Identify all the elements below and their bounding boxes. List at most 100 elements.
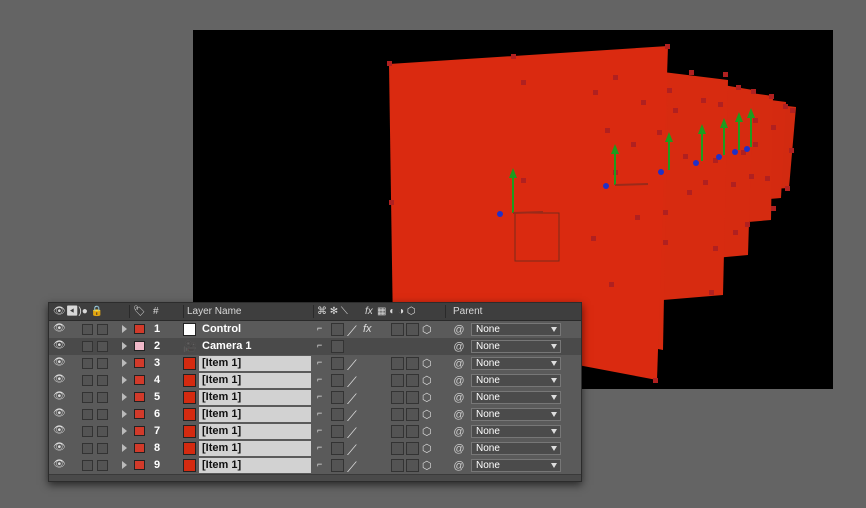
layer-row[interactable]: 👁 8 [Item 1] ⌐ ⟋ ⬡ @ None bbox=[49, 440, 581, 458]
layer-name[interactable]: Control bbox=[199, 322, 311, 337]
label-color-swatch[interactable] bbox=[134, 375, 145, 385]
visibility-eye-icon[interactable]: 👁 bbox=[53, 443, 66, 453]
expand-triangle-icon[interactable] bbox=[122, 359, 127, 367]
layer-row[interactable]: 👁 2 🎥 Camera 1 ⌐ @ None bbox=[49, 338, 581, 356]
adjustment-switch[interactable] bbox=[406, 459, 419, 472]
label-color-swatch[interactable] bbox=[134, 460, 145, 470]
label-color-swatch[interactable] bbox=[134, 443, 145, 453]
quality-switch-icon[interactable]: ⟋ bbox=[347, 408, 357, 424]
layer-name[interactable]: Camera 1 bbox=[199, 339, 311, 354]
3d-layer-cube-icon[interactable]: ⬡ bbox=[422, 442, 432, 455]
layer-name[interactable]: [Item 1] bbox=[199, 373, 311, 388]
adjustment-switch[interactable] bbox=[406, 323, 419, 336]
motion-blur-switch[interactable] bbox=[391, 425, 404, 438]
solo-toggle[interactable] bbox=[82, 460, 93, 471]
solo-toggle[interactable] bbox=[82, 375, 93, 386]
collapse-switch[interactable] bbox=[331, 357, 344, 370]
motion-blur-switch[interactable] bbox=[391, 391, 404, 404]
layer-row[interactable]: 👁 3 [Item 1] ⌐ ⟋ ⬡ @ None bbox=[49, 355, 581, 373]
shy-switch-icon[interactable]: ⌐ bbox=[317, 459, 322, 472]
label-color-swatch[interactable] bbox=[134, 324, 145, 334]
visibility-eye-icon[interactable]: 👁 bbox=[53, 375, 66, 385]
expand-triangle-icon[interactable] bbox=[122, 325, 127, 333]
label-color-swatch[interactable] bbox=[134, 409, 145, 419]
expand-triangle-icon[interactable] bbox=[122, 444, 127, 452]
layer-row[interactable]: 👁 9 [Item 1] ⌐ ⟋ ⬡ @ None bbox=[49, 457, 581, 475]
expand-triangle-icon[interactable] bbox=[122, 461, 127, 469]
visibility-eye-icon[interactable]: 👁 bbox=[53, 426, 66, 436]
expand-triangle-icon[interactable] bbox=[122, 427, 127, 435]
pickwhip-spiral-icon[interactable]: @ bbox=[452, 425, 466, 439]
collapse-switch[interactable] bbox=[331, 408, 344, 421]
pickwhip-spiral-icon[interactable]: @ bbox=[452, 442, 466, 456]
adjustment-switch[interactable] bbox=[406, 442, 419, 455]
collapse-switch[interactable] bbox=[331, 323, 344, 336]
shy-switch-icon[interactable]: ⌐ bbox=[317, 323, 322, 336]
lock-toggle[interactable] bbox=[97, 443, 108, 454]
3d-layer-cube-icon[interactable]: ⬡ bbox=[422, 391, 432, 404]
adjustment-switch[interactable] bbox=[406, 357, 419, 370]
layer-name[interactable]: [Item 1] bbox=[199, 458, 311, 473]
solo-toggle[interactable] bbox=[82, 426, 93, 437]
layer-name[interactable]: [Item 1] bbox=[199, 407, 311, 422]
expand-triangle-icon[interactable] bbox=[122, 342, 127, 350]
motion-blur-switch[interactable] bbox=[391, 442, 404, 455]
expand-triangle-icon[interactable] bbox=[122, 410, 127, 418]
parent-dropdown[interactable]: None bbox=[471, 408, 561, 421]
label-color-swatch[interactable] bbox=[134, 392, 145, 402]
collapse-switch[interactable] bbox=[331, 340, 344, 353]
layer-row[interactable]: 👁 1 Control ⌐ ⟋ fx ⬡ @ None bbox=[49, 321, 581, 339]
layer-name[interactable]: [Item 1] bbox=[199, 356, 311, 371]
lock-toggle[interactable] bbox=[97, 460, 108, 471]
pickwhip-spiral-icon[interactable]: @ bbox=[452, 391, 466, 405]
adjustment-switch[interactable] bbox=[406, 425, 419, 438]
motion-blur-switch[interactable] bbox=[391, 408, 404, 421]
layer-row[interactable]: 👁 6 [Item 1] ⌐ ⟋ ⬡ @ None bbox=[49, 406, 581, 424]
layer-name[interactable]: [Item 1] bbox=[199, 390, 311, 405]
3d-layer-cube-icon[interactable]: ⬡ bbox=[422, 408, 432, 421]
solo-toggle[interactable] bbox=[82, 409, 93, 420]
solo-toggle[interactable] bbox=[82, 324, 93, 335]
visibility-eye-icon[interactable]: 👁 bbox=[53, 324, 66, 334]
visibility-eye-icon[interactable]: 👁 bbox=[53, 392, 66, 402]
expand-triangle-icon[interactable] bbox=[122, 376, 127, 384]
collapse-switch[interactable] bbox=[331, 374, 344, 387]
effect-fx-icon[interactable]: fx bbox=[363, 323, 372, 336]
lock-toggle[interactable] bbox=[97, 324, 108, 335]
parent-dropdown[interactable]: None bbox=[471, 442, 561, 455]
label-color-swatch[interactable] bbox=[134, 341, 145, 351]
visibility-eye-icon[interactable]: 👁 bbox=[53, 460, 66, 470]
parent-dropdown[interactable]: None bbox=[471, 323, 561, 336]
parent-dropdown[interactable]: None bbox=[471, 340, 561, 353]
lock-toggle[interactable] bbox=[97, 358, 108, 369]
lock-toggle[interactable] bbox=[97, 375, 108, 386]
quality-switch-icon[interactable]: ⟋ bbox=[347, 425, 357, 441]
collapse-switch[interactable] bbox=[331, 459, 344, 472]
shy-switch-icon[interactable]: ⌐ bbox=[317, 425, 322, 438]
3d-layer-cube-icon[interactable]: ⬡ bbox=[422, 323, 432, 336]
motion-blur-switch[interactable] bbox=[391, 459, 404, 472]
visibility-eye-icon[interactable]: 👁 bbox=[53, 358, 66, 368]
lock-toggle[interactable] bbox=[97, 341, 108, 352]
parent-dropdown[interactable]: None bbox=[471, 459, 561, 472]
layer-row[interactable]: 👁 7 [Item 1] ⌐ ⟋ ⬡ @ None bbox=[49, 423, 581, 441]
motion-blur-switch[interactable] bbox=[391, 374, 404, 387]
expand-triangle-icon[interactable] bbox=[122, 393, 127, 401]
pickwhip-spiral-icon[interactable]: @ bbox=[452, 357, 466, 371]
pickwhip-spiral-icon[interactable]: @ bbox=[452, 374, 466, 388]
parent-dropdown[interactable]: None bbox=[471, 374, 561, 387]
motion-blur-switch[interactable] bbox=[391, 357, 404, 370]
adjustment-switch[interactable] bbox=[406, 391, 419, 404]
motion-blur-switch[interactable] bbox=[391, 323, 404, 336]
collapse-switch[interactable] bbox=[331, 391, 344, 404]
adjustment-switch[interactable] bbox=[406, 408, 419, 421]
layer-row[interactable]: 👁 5 [Item 1] ⌐ ⟋ ⬡ @ None bbox=[49, 389, 581, 407]
parent-dropdown[interactable]: None bbox=[471, 391, 561, 404]
quality-switch-icon[interactable]: ⟋ bbox=[347, 323, 357, 339]
collapse-switch[interactable] bbox=[331, 442, 344, 455]
adjustment-switch[interactable] bbox=[406, 374, 419, 387]
quality-switch-icon[interactable]: ⟋ bbox=[347, 442, 357, 458]
lock-toggle[interactable] bbox=[97, 392, 108, 403]
parent-dropdown[interactable]: None bbox=[471, 357, 561, 370]
pickwhip-spiral-icon[interactable]: @ bbox=[452, 459, 466, 473]
